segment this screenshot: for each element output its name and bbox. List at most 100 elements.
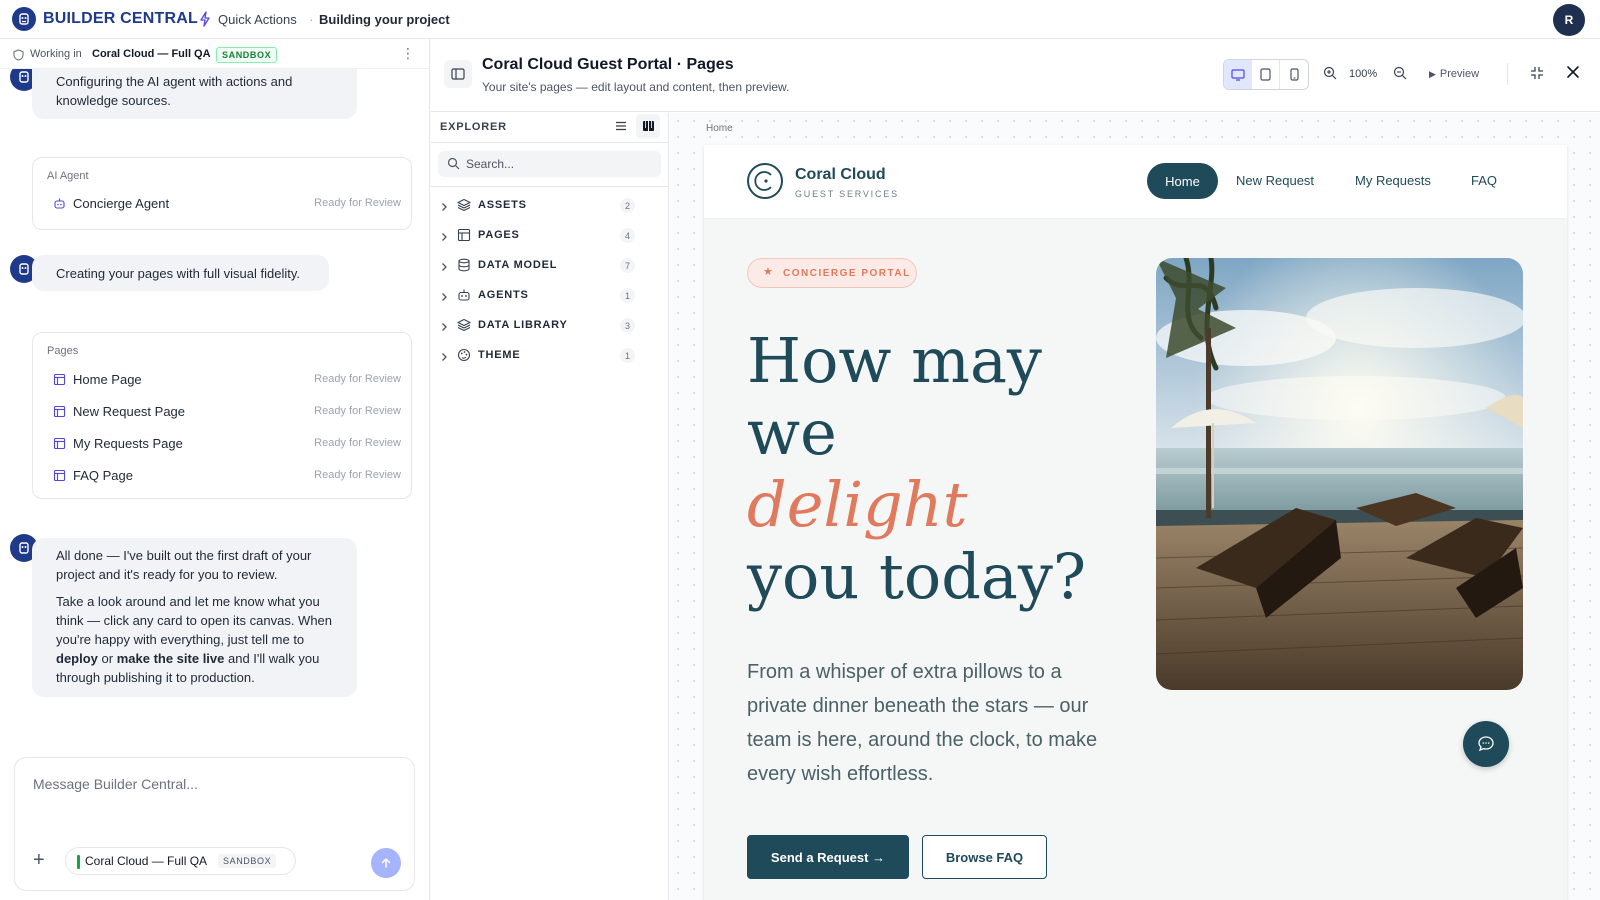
shield-icon [13,48,24,66]
collapse-icon[interactable] [1530,66,1544,85]
arrow-up-icon [381,857,391,868]
row-label: Home Page [73,372,142,387]
database-icon [457,258,471,277]
pages-card[interactable]: Pages Home Page Ready for Review New Req… [32,332,412,499]
close-icon[interactable] [1566,65,1580,84]
nav-new-request[interactable]: New Request [1236,173,1314,188]
chevron-right-icon[interactable] [441,319,448,337]
context-name: Coral Cloud — Full QA [85,854,208,868]
hero-line: you today? [747,540,1087,613]
desktop-icon [1230,68,1245,81]
context-badge: SANDBOX [218,854,277,868]
site-preview[interactable]: Coral Cloud GUEST SERVICES Home New Requ… [704,145,1567,900]
toggle-panel-button[interactable] [444,60,472,88]
device-switcher [1223,59,1309,90]
context-color-bar [77,855,80,869]
nav-faq[interactable]: FAQ [1471,173,1497,188]
message-composer[interactable]: Message Builder Central... + Coral Cloud… [14,757,415,891]
build-status: Building your project [319,12,450,27]
hero-photo [1156,258,1523,690]
canvas-stage: Home Coral Cloud GUEST SERVICES Home New… [670,113,1600,900]
explorer-search[interactable]: Search... [438,151,661,177]
row-label: FAQ Page [73,468,133,483]
message-input[interactable]: Message Builder Central... [33,776,198,792]
chevron-right-icon[interactable] [441,199,448,217]
hero-heading: How may we delight you today? [747,325,1086,613]
count-badge: 1 [620,288,635,303]
card-row-my-requests-page[interactable]: My Requests Page Ready for Review [51,435,401,453]
pill-label: CONCIERGE PORTAL [783,268,911,279]
sidebar-toggle-icon [451,68,465,80]
quick-actions-button[interactable]: Quick Actions [218,12,297,27]
agent-icon [457,288,471,307]
hero-line: How may [747,324,1042,397]
chevron-right-icon[interactable] [441,259,448,277]
context-chip[interactable]: Coral Cloud — Full QA SANDBOX [65,847,296,875]
count-badge: 1 [620,348,635,363]
chevron-right-icon[interactable] [441,349,448,367]
explorer-item-data-model[interactable]: DATA MODEL 7 [431,254,668,276]
page-icon [53,437,66,455]
row-status: Ready for Review [314,197,401,209]
explorer-item-pages[interactable]: PAGES 4 [431,224,668,246]
make-live-keyword: make the site live [116,651,225,666]
builder-logo-icon[interactable] [12,7,36,31]
add-attachment-icon[interactable]: + [33,850,45,870]
card-row-concierge-agent[interactable]: Concierge Agent Ready for Review [51,195,401,213]
card-row-new-request-page[interactable]: New Request Page Ready for Review [51,403,401,421]
search-input[interactable]: Search... [466,157,514,171]
mobile-view-button[interactable] [1280,60,1308,89]
zoom-in-icon[interactable] [1323,66,1337,85]
send-request-button[interactable]: Send a Request → [747,835,909,879]
preview-button[interactable]: ▶ Preview [1429,68,1479,80]
send-button[interactable] [371,848,401,878]
stack-icon [457,318,471,337]
explorer-item-theme[interactable]: THEME 1 [431,344,668,366]
more-options-icon[interactable]: ⋮ [401,45,415,62]
row-label: My Requests Page [73,436,183,451]
coral-cloud-logo-icon[interactable] [747,163,783,199]
row-status: Ready for Review [314,437,401,449]
divider [431,186,668,187]
star-icon: ★ [763,266,773,278]
workspace-name: Coral Cloud — Full QA [92,48,211,60]
hero-line: we [747,396,837,469]
tablet-view-button[interactable] [1252,60,1280,89]
chat-bubble-button[interactable] [1463,721,1509,767]
explorer-item-assets[interactable]: ASSETS 2 [431,194,668,216]
page-icon [53,469,66,487]
nav-home[interactable]: Home [1147,163,1218,199]
app-brand[interactable]: BUILDER CENTRAL [43,10,198,28]
message-paragraph: Take a look around and let me know what … [56,594,333,685]
user-avatar[interactable]: R [1553,4,1585,36]
count-badge: 7 [620,258,635,273]
explorer-item-agents[interactable]: AGENTS 1 [431,284,668,306]
site-header: Coral Cloud GUEST SERVICES Home New Requ… [704,145,1567,219]
list-view-button[interactable] [609,114,633,138]
tablet-icon [1260,68,1271,81]
zoom-out-icon[interactable] [1393,66,1407,85]
message-paragraph: All done — I've built out the first draf… [56,548,312,582]
site-brand-name[interactable]: Coral Cloud [795,166,886,184]
page-icon [53,373,66,391]
explorer-item-label: PAGES [478,229,520,241]
lightning-icon [198,11,212,32]
chevron-right-icon[interactable] [441,289,448,307]
row-label: Concierge Agent [73,196,170,211]
agent-card[interactable]: AI Agent Concierge Agent Ready for Revie… [32,157,412,230]
card-row-faq-page[interactable]: FAQ Page Ready for Review [51,467,401,485]
nav-my-requests[interactable]: My Requests [1355,173,1431,188]
count-badge: 2 [620,198,635,213]
card-row-home-page[interactable]: Home Page Ready for Review [51,371,401,389]
assistant-message: All done — I've built out the first draf… [32,538,357,697]
explorer-panel: EXPLORER Search... ASSETS 2 PAGES 4 DATA… [431,113,669,900]
assistant-message: Creating your pages with full visual fid… [32,255,329,291]
explorer-item-label: AGENTS [478,289,529,301]
agent-icon [53,197,66,215]
chevron-right-icon[interactable] [441,229,448,247]
map-view-button[interactable] [636,114,660,138]
browse-faq-button[interactable]: Browse FAQ [922,835,1047,879]
explorer-item-data-library[interactable]: DATA LIBRARY 3 [431,314,668,336]
message-text: Creating your pages with full visual fid… [56,266,300,281]
desktop-view-button[interactable] [1224,60,1252,89]
